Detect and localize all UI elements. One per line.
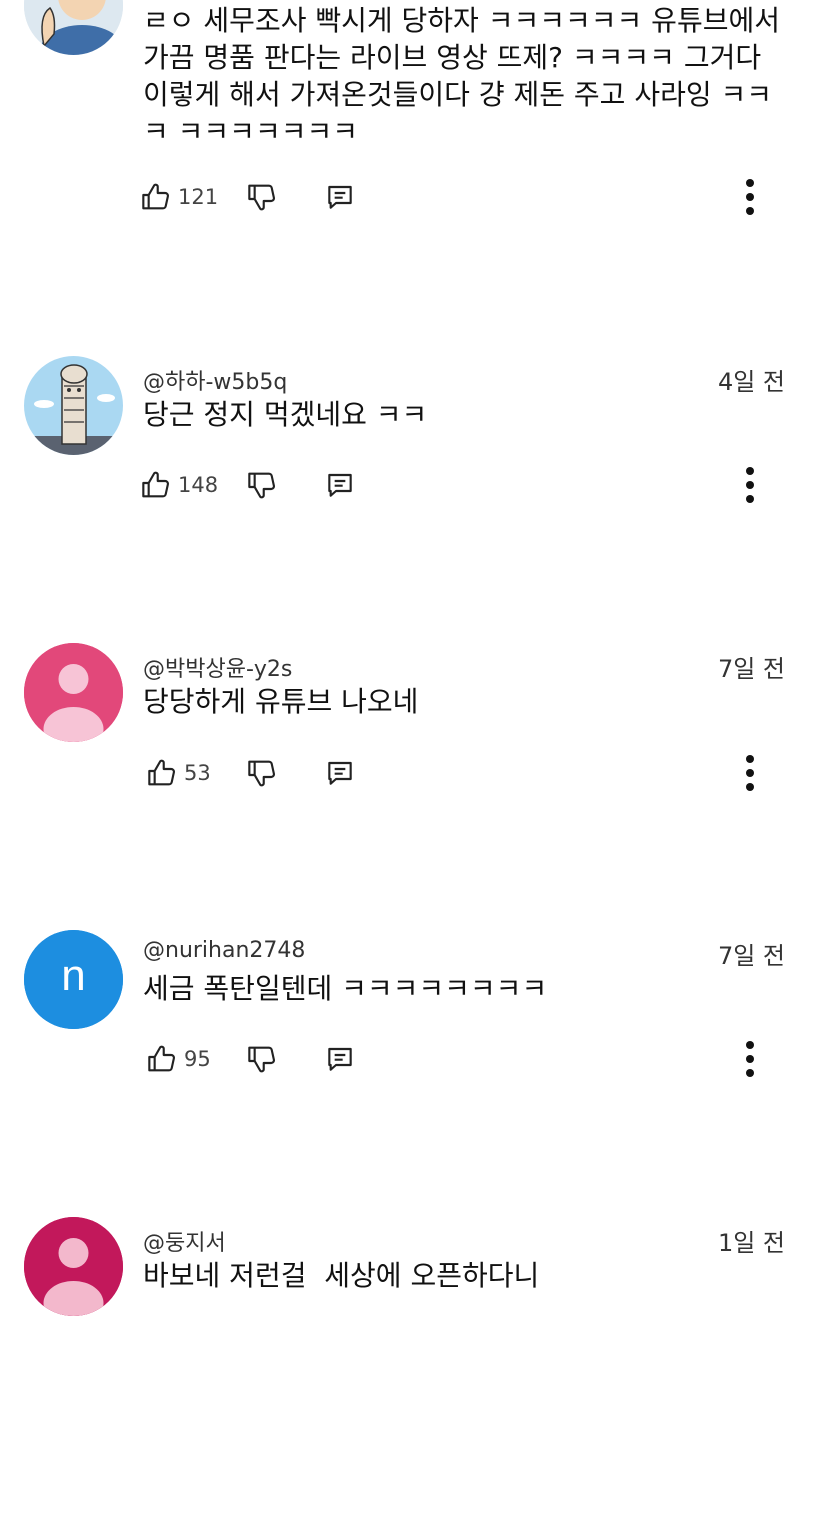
avatar[interactable]: n xyxy=(24,930,123,1029)
avatar-illustration-icon xyxy=(24,0,123,55)
avatar[interactable] xyxy=(24,1217,123,1316)
comment-text: 세금 폭탄일텐데 ㅋㅋㅋㅋㅋㅋㅋㅋ xyxy=(143,972,548,1005)
reply-button[interactable] xyxy=(324,1039,356,1079)
like-button[interactable]: 95 xyxy=(146,1039,211,1079)
thumb-up-icon xyxy=(142,471,169,498)
like-count: 121 xyxy=(178,185,219,209)
more-vert-icon xyxy=(746,467,754,503)
reply-icon xyxy=(328,185,352,209)
comment-author[interactable]: @박박상윤-y2s xyxy=(143,651,292,683)
comment-text: 당당하게 유튜브 나오네 xyxy=(143,685,419,718)
comment-time: 1일 전 xyxy=(717,1229,785,1257)
reply-icon xyxy=(328,1047,352,1071)
more-vert-icon xyxy=(746,1041,754,1077)
thumb-up-icon xyxy=(148,1045,175,1072)
more-button[interactable] xyxy=(744,1039,756,1079)
dislike-button[interactable] xyxy=(246,177,278,217)
avatar[interactable] xyxy=(24,643,123,742)
comment-time: 7일 전 xyxy=(717,942,785,970)
default-person-icon xyxy=(24,643,123,742)
reply-button[interactable] xyxy=(324,177,356,217)
comment: @하하-w5b5q 4일 전 당근 정지 먹겠네요 ㅋㅋ 148 xyxy=(0,356,835,656)
more-button[interactable] xyxy=(744,753,756,793)
thumb-down-icon xyxy=(248,472,275,499)
more-vert-icon xyxy=(746,179,754,215)
avatar-letter: n xyxy=(61,951,86,1000)
thumb-down-icon xyxy=(248,184,275,211)
reply-button[interactable] xyxy=(324,465,356,505)
comment-text: 당근 정지 먹겠네요 ㅋㅋ xyxy=(143,398,428,431)
default-person-icon xyxy=(24,1217,123,1316)
dislike-button[interactable] xyxy=(246,1039,278,1079)
like-button[interactable]: 53 xyxy=(146,753,211,793)
avatar[interactable] xyxy=(24,356,123,455)
thumb-down-icon xyxy=(248,1046,275,1073)
comment-actions: 53 xyxy=(140,753,820,793)
like-button[interactable]: 148 xyxy=(140,465,218,505)
dislike-button[interactable] xyxy=(246,465,278,505)
comment-author[interactable]: @둥지서 xyxy=(143,1225,226,1257)
like-button[interactable]: 121 xyxy=(140,177,218,217)
like-count: 148 xyxy=(178,473,219,497)
avatar[interactable] xyxy=(24,0,123,55)
comment-actions: 148 xyxy=(140,465,820,505)
thumb-up-icon xyxy=(148,759,175,786)
comment: @둥지서 1일 전 바보네 저런걸 세상에 오픈하다니 xyxy=(0,1217,835,1517)
statue-avatar-icon xyxy=(24,356,123,455)
comment-time: 4일 전 xyxy=(717,368,785,396)
comment-text: 바보네 저런걸 세상에 오픈하다니 xyxy=(143,1259,540,1292)
like-count: 53 xyxy=(184,761,211,785)
comment-text: ㄹㅇ 세무조사 빡시게 당하자 ㅋㅋㅋㅋㅋㅋ 유튜브에서 가끔 명품 판다는 라… xyxy=(143,4,780,148)
comment-actions: 95 xyxy=(140,1039,820,1079)
more-button[interactable] xyxy=(744,177,756,217)
comment-time: 7일 전 xyxy=(717,655,785,683)
comment: @박박상윤-y2s 7일 전 당당하게 유튜브 나오네 53 xyxy=(0,643,835,943)
thumb-up-icon xyxy=(142,183,169,210)
more-button[interactable] xyxy=(744,465,756,505)
dislike-button[interactable] xyxy=(246,753,278,793)
reply-icon xyxy=(328,473,352,497)
comment-actions: 121 xyxy=(140,177,820,217)
reply-icon xyxy=(328,761,352,785)
thumb-down-icon xyxy=(248,760,275,787)
like-count: 95 xyxy=(184,1047,211,1071)
comment: n @nurihan2748 7일 전 세금 폭탄일텐데 ㅋㅋㅋㅋㅋㅋㅋㅋ 95 xyxy=(0,930,835,1230)
comment-author[interactable]: @nurihan2748 xyxy=(143,938,305,963)
more-vert-icon xyxy=(746,755,754,791)
reply-button[interactable] xyxy=(324,753,356,793)
comment-author[interactable]: @하하-w5b5q xyxy=(143,364,287,396)
comment: ㄹㅇ 세무조사 빡시게 당하자 ㅋㅋㅋㅋㅋㅋ 유튜브에서 가끔 명품 판다는 라… xyxy=(0,0,835,256)
